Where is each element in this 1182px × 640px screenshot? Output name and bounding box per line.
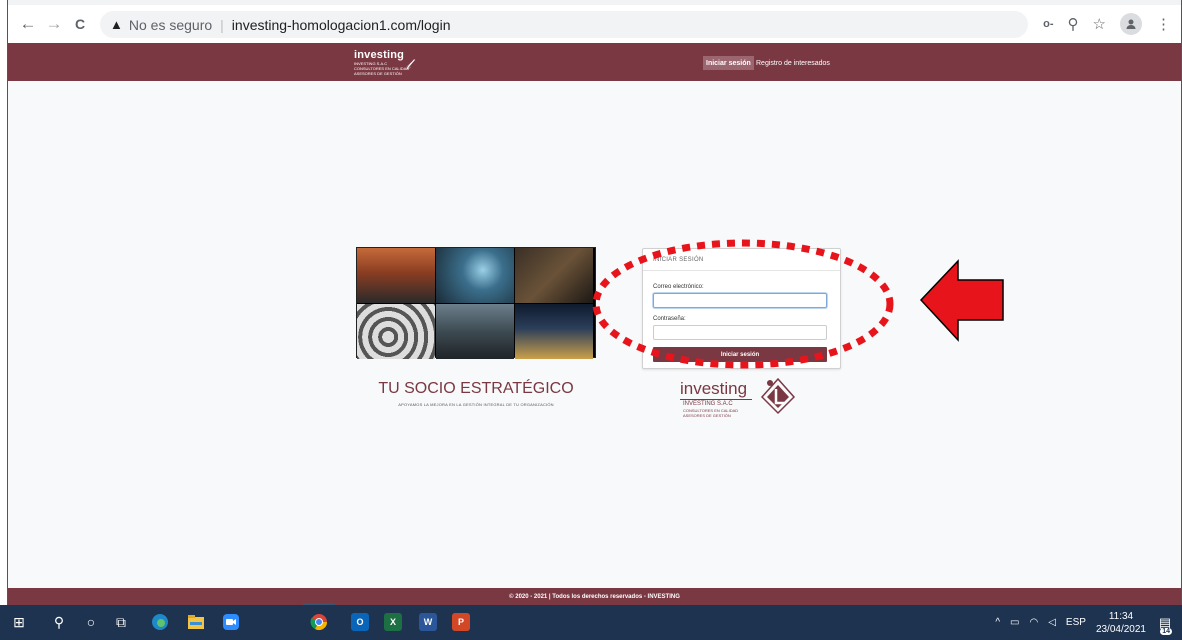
file-explorer-icon[interactable] (185, 611, 207, 633)
notification-center-icon[interactable]: ▤ 14 (1158, 613, 1182, 635)
address-bar[interactable]: ▲ No es seguro | investing-homologacion1… (100, 11, 1028, 38)
edge-browser-icon[interactable] (149, 611, 171, 633)
hero-subtagline: APOYAMOS LA MEJORA EN LA GESTIÓN INTEGRA… (398, 402, 554, 407)
site-footer: © 2020 - 2021 | Todos los derechos reser… (8, 588, 1181, 605)
login-card-divider (643, 270, 840, 271)
omnibox-separator: | (220, 16, 224, 33)
tab-strip (8, 0, 1181, 5)
login-card-title: INICIAR SESIÓN (653, 257, 704, 263)
brand-logo-sub1: INVESTING S.A.C (683, 401, 733, 407)
header-logo-sub3: ASESORES DE GESTIÓN (354, 71, 402, 76)
clock[interactable]: 11:34 23/04/2021 (1096, 610, 1146, 636)
volume-icon[interactable]: ◁ (1048, 617, 1056, 628)
warning-triangle-icon[interactable]: ▲ (110, 17, 123, 32)
header-login-button[interactable]: Iniciar sesión (703, 56, 754, 70)
email-field[interactable] (653, 293, 827, 308)
industrial-plant-image (515, 248, 593, 303)
reload-icon[interactable]: C (68, 12, 92, 36)
windows-taskbar: ⊞ ⚲ ○ ⧉ O X W P ^ ▭ ◠ ◁ ESP 11:34 23/04/… (0, 605, 1182, 640)
hero-tagline: TU SOCIO ESTRATÉGICO (378, 380, 574, 397)
language-indicator[interactable]: ESP (1066, 617, 1086, 628)
brand-logo-rule (680, 399, 752, 400)
factory-chimney-image (357, 248, 435, 303)
toolbar-right-icons: o- ⚲ ☆ ⋮ (1043, 13, 1171, 35)
notification-badge: 14 (1160, 627, 1172, 635)
brand-logo-word: investing (680, 379, 748, 398)
login-card: INICIAR SESIÓN Correo electrónico: Contr… (642, 248, 841, 369)
screen: ← → C ▲ No es seguro | investing-homolog… (0, 0, 1182, 640)
chrome-browser-icon[interactable] (308, 611, 330, 633)
site-header: investing INVESTING S.A.C CONSULTORES EN… (8, 43, 1181, 81)
browser-toolbar: ← → C ▲ No es seguro | investing-homolog… (8, 0, 1181, 43)
clock-time: 11:34 (1108, 610, 1134, 622)
tray-chevron-icon[interactable]: ^ (995, 617, 1000, 628)
email-label: Correo electrónico: (653, 284, 704, 290)
search-icon[interactable]: ⚲ (48, 611, 70, 633)
brand-diamond-icon (760, 377, 796, 415)
header-logo[interactable]: investing INVESTING S.A.C CONSULTORES EN… (354, 49, 411, 76)
brand-logo: investing INVESTING S.A.C CONSULTORES EN… (680, 377, 800, 427)
login-submit-button[interactable]: Iniciar sesión (653, 347, 827, 362)
refinery-night-image (515, 304, 593, 359)
header-logo-text: investing (354, 49, 405, 61)
menu-kebab-icon[interactable]: ⋮ (1156, 15, 1171, 33)
password-field[interactable] (653, 325, 827, 340)
outlook-icon[interactable]: O (351, 613, 369, 631)
windows-start-icon[interactable]: ⊞ (8, 611, 30, 633)
forward-arrow-icon[interactable]: → (42, 12, 66, 36)
excel-icon[interactable]: X (384, 613, 402, 631)
factory-floor-image (436, 304, 514, 359)
zoom-app-icon[interactable] (220, 611, 242, 633)
header-register-link[interactable]: Registro de interesados (753, 56, 833, 70)
task-view-icon[interactable]: ⧉ (110, 611, 132, 633)
key-icon[interactable]: o- (1043, 18, 1053, 30)
gears-image (357, 304, 435, 359)
powerpoint-icon[interactable]: P (452, 613, 470, 631)
back-arrow-icon[interactable]: ← (16, 12, 40, 36)
zoom-icon[interactable]: ⚲ (1068, 15, 1079, 33)
url-text[interactable]: investing-homologacion1.com/login (232, 17, 451, 33)
cortana-icon[interactable]: ○ (80, 611, 102, 633)
header-logo-mark-icon: 𝓁 (406, 56, 411, 72)
security-status-text[interactable]: No es seguro (129, 17, 212, 33)
wifi-icon[interactable]: ◠ (1029, 617, 1038, 628)
word-icon[interactable]: W (419, 613, 437, 631)
browser-window: ← → C ▲ No es seguro | investing-homolog… (7, 0, 1182, 605)
password-label: Contraseña: (653, 316, 686, 322)
system-tray: ^ ▭ ◠ ◁ ESP 11:34 23/04/2021 ▤ 14 (995, 605, 1182, 640)
web-page: investing INVESTING S.A.C CONSULTORES EN… (8, 43, 1181, 605)
image-collage (356, 247, 596, 359)
profile-avatar-icon[interactable] (1120, 13, 1142, 35)
welding-image (436, 248, 514, 303)
brand-logo-sub3: ASESORES DE GESTIÓN (683, 413, 731, 418)
clock-date: 23/04/2021 (1095, 623, 1146, 635)
battery-icon[interactable]: ▭ (1010, 617, 1019, 628)
star-icon[interactable]: ☆ (1093, 15, 1106, 33)
